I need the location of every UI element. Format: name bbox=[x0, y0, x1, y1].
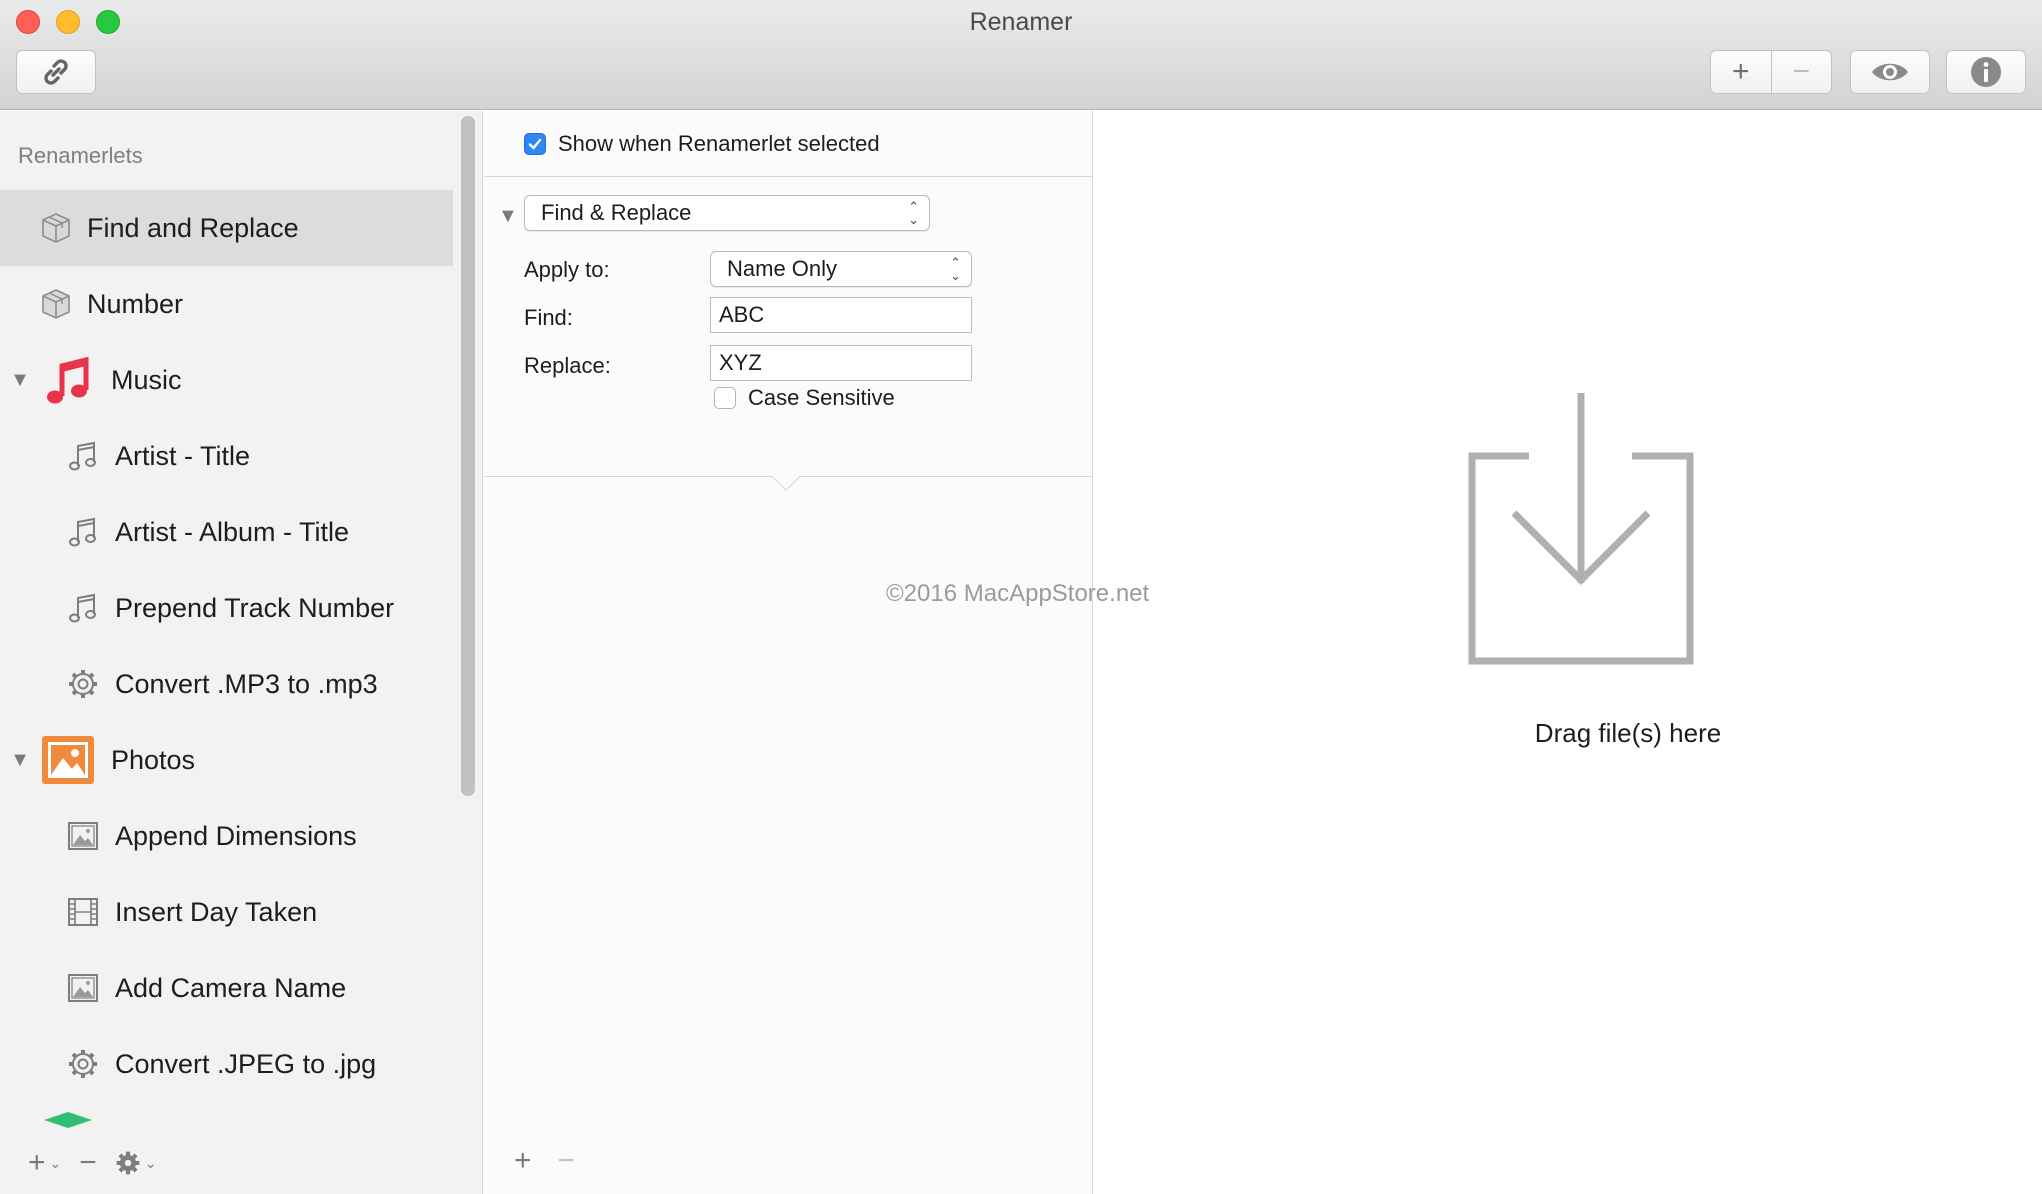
window-title: Renamer bbox=[969, 8, 1073, 36]
sidebar-item-label: Find and Replace bbox=[87, 212, 299, 243]
sidebar-item-label: Artist - Title bbox=[115, 440, 251, 471]
watermark-text: ©2016 MacAppStore.net bbox=[886, 580, 1150, 607]
add-remove-segmented-control: + − bbox=[1710, 50, 1832, 94]
find-label: Find: bbox=[524, 305, 573, 330]
window-toolbar: Renamer + − bbox=[0, 0, 2042, 110]
link-icon bbox=[44, 59, 68, 85]
callout-notch bbox=[771, 462, 801, 492]
link-button[interactable] bbox=[16, 50, 96, 94]
gear-icon bbox=[116, 1151, 140, 1175]
updown-arrows-icon: ⌃ ⌄ bbox=[908, 199, 919, 227]
sidebar-item-label: Insert Day Taken bbox=[115, 896, 318, 927]
show-when-selected-label: Show when Renamerlet selected bbox=[558, 130, 880, 156]
gear-icon bbox=[67, 668, 99, 700]
box-icon bbox=[40, 212, 72, 244]
stack-app-icon bbox=[40, 1110, 96, 1130]
drop-zone-label: Drag file(s) here bbox=[1534, 718, 1722, 748]
sidebar-item-convert-mp3[interactable]: Convert .MP3 to .mp3 bbox=[0, 646, 453, 722]
info-icon bbox=[1971, 57, 2001, 87]
disclosure-triangle-icon[interactable]: ▼ bbox=[0, 749, 40, 772]
apply-to-select[interactable]: Name Only ⌃ ⌄ bbox=[710, 251, 972, 287]
music-note-icon bbox=[67, 516, 99, 548]
remove-step-button[interactable]: − bbox=[558, 1144, 576, 1178]
sidebar-item-append-dimensions[interactable]: Append Dimensions bbox=[0, 798, 453, 874]
case-sensitive-label: Case Sensitive bbox=[748, 385, 895, 410]
eye-icon bbox=[1872, 63, 1908, 81]
disclosure-triangle-icon[interactable]: ▼ bbox=[0, 369, 40, 392]
chevron-down-icon: ⌄ bbox=[49, 1154, 62, 1171]
music-note-icon bbox=[67, 592, 99, 624]
renamerlet-settings-box: ▼ Find & Replace ⌃ ⌄ Apply to: Name Only … bbox=[484, 177, 1092, 492]
image-icon bbox=[67, 972, 99, 1004]
sidebar-scrollbar[interactable] bbox=[461, 116, 475, 796]
sidebar-item-find-and-replace[interactable]: Find and Replace bbox=[0, 190, 453, 266]
sidebar-header: Renamerlets bbox=[18, 143, 143, 168]
sidebar-item-label: Prepend Track Number bbox=[115, 592, 395, 623]
add-step-button[interactable]: + bbox=[514, 1144, 532, 1178]
download-tray-icon bbox=[1468, 393, 1694, 665]
replace-field[interactable]: XYZ bbox=[710, 345, 972, 381]
case-sensitive-row: Case Sensitive bbox=[714, 385, 895, 411]
disclosure-triangle-icon[interactable]: ▼ bbox=[498, 205, 518, 228]
sidebar-item-artist-title[interactable]: Artist - Title bbox=[0, 418, 453, 494]
checkmark-icon bbox=[528, 138, 542, 149]
box-icon bbox=[40, 288, 72, 320]
add-renamerlet-button[interactable]: + ⌄ bbox=[28, 1146, 61, 1180]
show-when-selected-checkbox[interactable] bbox=[524, 132, 546, 155]
sidebar-item-insert-day-taken[interactable]: Insert Day Taken bbox=[0, 874, 453, 950]
case-sensitive-checkbox[interactable] bbox=[714, 387, 736, 409]
music-app-icon bbox=[40, 352, 96, 408]
sidebar-item-label: Add Camera Name bbox=[115, 972, 347, 1003]
film-icon bbox=[67, 896, 99, 928]
sidebar-item-add-camera-name[interactable]: Add Camera Name bbox=[0, 950, 453, 1026]
sidebar-item-label: Convert .MP3 to .mp3 bbox=[115, 668, 378, 699]
info-button[interactable] bbox=[1946, 50, 2026, 94]
toolbar-add-button[interactable]: + bbox=[1711, 51, 1771, 93]
sidebar-item-label: Artist - Album - Title bbox=[115, 516, 350, 547]
sidebar-item-number[interactable]: Number bbox=[0, 266, 453, 342]
sidebar-group-photos[interactable]: ▼ Photos bbox=[0, 722, 453, 798]
image-icon bbox=[67, 820, 99, 852]
sidebar-item-label: Number bbox=[87, 288, 184, 319]
sidebar-item-convert-jpeg[interactable]: Convert .JPEG to .jpg bbox=[0, 1026, 453, 1102]
remove-renamerlet-button[interactable]: − bbox=[79, 1146, 97, 1180]
photos-app-icon bbox=[40, 732, 96, 788]
toolbar-remove-button[interactable]: − bbox=[1770, 51, 1832, 93]
gear-icon bbox=[67, 1048, 99, 1080]
file-drop-zone[interactable]: Drag file(s) here bbox=[1094, 111, 2042, 1194]
settings-menu-button[interactable]: ⌄ bbox=[115, 1150, 157, 1176]
sidebar-item-prepend-track-number[interactable]: Prepend Track Number bbox=[0, 570, 453, 646]
editor-bottom-bar: + − bbox=[514, 1144, 575, 1178]
apply-to-label: Apply to: bbox=[524, 257, 610, 282]
renamerlet-editor: Show when Renamerlet selected ▼ Find & R… bbox=[484, 111, 1093, 1194]
show-when-selected-row: Show when Renamerlet selected bbox=[484, 111, 1092, 177]
sidebar-item-artist-album-title[interactable]: Artist - Album - Title bbox=[0, 494, 453, 570]
music-note-icon bbox=[67, 440, 99, 472]
renamerlet-list: Find and Replace Number ▼ Music Artist -… bbox=[0, 190, 453, 1142]
renamerlets-sidebar: Renamerlets Find and Replace Number ▼ Mu… bbox=[0, 111, 483, 1194]
sidebar-bottom-bar: + ⌄ − ⌄ bbox=[0, 1132, 461, 1194]
renamerlet-type-select[interactable]: Find & Replace ⌃ ⌄ bbox=[524, 195, 930, 231]
replace-label: Replace: bbox=[524, 353, 611, 378]
find-field[interactable]: ABC bbox=[710, 297, 972, 333]
updown-arrows-icon: ⌃ ⌄ bbox=[950, 255, 961, 283]
sidebar-group-music[interactable]: ▼ Music bbox=[0, 342, 453, 418]
chevron-down-icon: ⌄ bbox=[144, 1154, 157, 1171]
sidebar-item-label: Convert .JPEG to .jpg bbox=[115, 1048, 377, 1079]
sidebar-item-label: Music bbox=[111, 364, 182, 395]
preview-button[interactable] bbox=[1850, 50, 1930, 94]
sidebar-item-label: Append Dimensions bbox=[115, 820, 357, 851]
sidebar-item-label: Photos bbox=[111, 744, 196, 775]
